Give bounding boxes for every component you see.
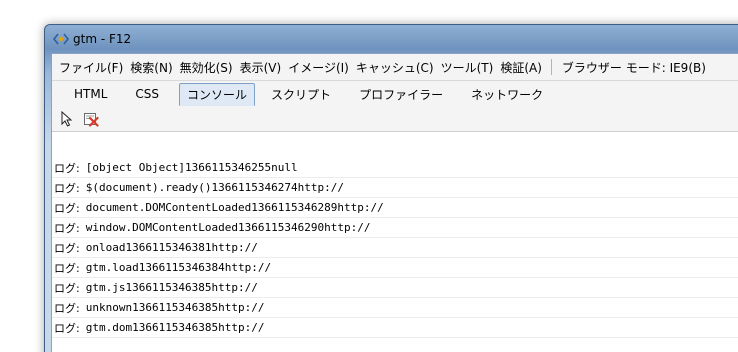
- log-message: gtm.js1366115346385http://: [85, 281, 258, 294]
- tab-profiler[interactable]: プロファイラー: [351, 83, 451, 106]
- tab-bar: HTML CSS コンソール スクリプト プロファイラー ネットワーク: [52, 81, 738, 107]
- f12-window: gtm - F12 ファイル(F) 検索(N) 無効化(S) 表示(V) イメー…: [44, 24, 738, 352]
- tab-css[interactable]: CSS: [127, 84, 167, 104]
- select-element-button[interactable]: [58, 110, 76, 128]
- log-entry: ログ: gtm.dom1366115346385http://: [52, 318, 738, 338]
- console-toolbar: [52, 107, 738, 132]
- tab-html[interactable]: HTML: [66, 84, 115, 104]
- log-entry: ログ: gtm.load1366115346384http://: [52, 258, 738, 278]
- log-entry: ログ: [object Object]1366115346255null: [52, 158, 738, 178]
- clear-console-icon: [84, 113, 99, 127]
- log-entry: ログ: $(document).ready()1366115346274http…: [52, 178, 738, 198]
- menu-view[interactable]: 表示(V): [237, 59, 285, 76]
- menu-file[interactable]: ファイル(F): [56, 59, 126, 76]
- log-entry: ログ: onload1366115346381http://: [52, 238, 738, 258]
- developer-tools-icon: [53, 33, 69, 45]
- log-message: [object Object]1366115346255null: [85, 161, 298, 174]
- clear-console-button[interactable]: [82, 110, 100, 128]
- tab-script[interactable]: スクリプト: [263, 83, 339, 106]
- log-message: gtm.load1366115346384http://: [85, 261, 272, 274]
- title-bar[interactable]: gtm - F12: [45, 25, 738, 53]
- menu-divider: [550, 59, 552, 75]
- log-message: document.DOMContentLoaded1366115346289ht…: [85, 201, 384, 214]
- log-prefix: ログ:: [54, 181, 80, 195]
- log-prefix: ログ:: [54, 241, 80, 255]
- log-prefix: ログ:: [54, 201, 80, 215]
- log-prefix: ログ:: [54, 281, 80, 295]
- log-message: onload1366115346381http://: [85, 241, 258, 254]
- log-entry: ログ: document.DOMContentLoaded13661153462…: [52, 198, 738, 218]
- browser-mode-menu[interactable]: ブラウザー モード: IE9(B): [559, 59, 709, 76]
- devtools-panel: ファイル(F) 検索(N) 無効化(S) 表示(V) イメージ(I) キャッシュ…: [51, 53, 738, 352]
- menu-cache[interactable]: キャッシュ(C): [353, 59, 437, 76]
- log-prefix: ログ:: [54, 261, 80, 275]
- log-prefix: ログ:: [54, 221, 80, 235]
- menu-validate[interactable]: 検証(A): [497, 59, 545, 76]
- log-message: gtm.dom1366115346385http://: [85, 321, 265, 334]
- log-entry: ログ: unknown1366115346385http://: [52, 298, 738, 318]
- menu-disable[interactable]: 無効化(S): [177, 59, 236, 76]
- menu-images[interactable]: イメージ(I): [285, 59, 352, 76]
- menu-tools[interactable]: ツール(T): [438, 59, 497, 76]
- menu-bar: ファイル(F) 検索(N) 無効化(S) 表示(V) イメージ(I) キャッシュ…: [52, 54, 738, 81]
- tab-network[interactable]: ネットワーク: [463, 83, 551, 106]
- log-entry: ログ: gtm.js1366115346385http://: [52, 278, 738, 298]
- tab-console[interactable]: コンソール: [179, 82, 256, 106]
- cursor-select-icon: [61, 111, 73, 127]
- console-output[interactable]: ログ: [object Object]1366115346255null ログ:…: [52, 158, 738, 352]
- log-prefix: ログ:: [54, 321, 80, 335]
- log-prefix: ログ:: [54, 161, 80, 175]
- log-message: window.DOMContentLoaded1366115346290http…: [85, 221, 371, 234]
- menu-find[interactable]: 検索(N): [127, 59, 175, 76]
- log-message: $(document).ready()1366115346274http://: [85, 181, 344, 194]
- log-entry: ログ: window.DOMContentLoaded1366115346290…: [52, 218, 738, 238]
- log-message: unknown1366115346385http://: [85, 301, 265, 314]
- log-prefix: ログ:: [54, 301, 80, 315]
- window-title: gtm - F12: [73, 32, 132, 46]
